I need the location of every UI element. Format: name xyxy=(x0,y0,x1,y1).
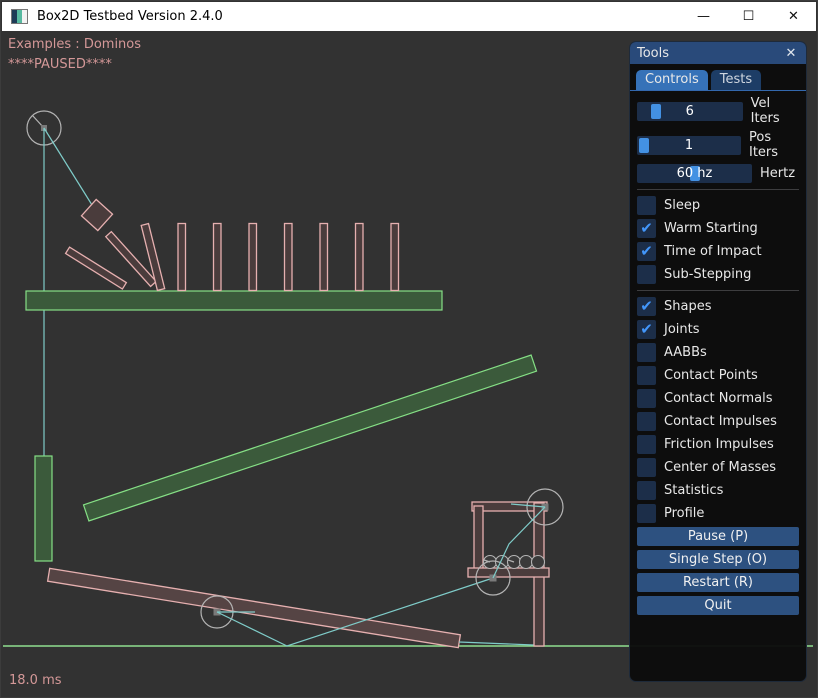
checkbox-contact-points[interactable]: ✔ Contact Points xyxy=(637,366,799,385)
domino-platform xyxy=(26,291,442,310)
green-ramp xyxy=(83,355,536,521)
checkbox-sleep[interactable]: ✔ Sleep xyxy=(637,196,799,215)
checkbox-warm-starting[interactable]: ✔ Warm Starting xyxy=(637,219,799,238)
app-icon xyxy=(11,9,28,24)
checkbox-box[interactable]: ✔ xyxy=(637,504,656,523)
checkbox-sub-stepping[interactable]: ✔ Sub-Stepping xyxy=(637,265,799,284)
check-icon: ✔ xyxy=(640,299,653,314)
slider-label: Pos Iters xyxy=(749,130,799,160)
slider-label: Vel Iters xyxy=(751,96,799,126)
checkbox-contact-normals[interactable]: ✔ Contact Normals xyxy=(637,389,799,408)
checkbox-box[interactable]: ✔ xyxy=(637,389,656,408)
checkbox-box[interactable]: ✔ xyxy=(637,196,656,215)
seesaw-plank xyxy=(48,568,461,647)
checkbox-friction-impulses[interactable]: ✔ Friction Impulses xyxy=(637,435,799,454)
panel-close-icon[interactable]: ✕ xyxy=(783,46,799,61)
tools-panel-titlebar[interactable]: Tools ✕ xyxy=(630,42,806,64)
slider-value: 1 xyxy=(637,136,741,155)
maximize-button[interactable]: ☐ xyxy=(726,2,771,31)
checkbox-box[interactable]: ✔ xyxy=(637,366,656,385)
panel-body: 6 Vel Iters 1 Pos Iters 60 hz Hertz xyxy=(630,91,806,615)
cart-balls xyxy=(484,556,545,569)
slider-row-pos-iters: 1 Pos Iters xyxy=(637,130,799,160)
example-label: Examples : Dominos xyxy=(8,37,141,52)
tab-tests[interactable]: Tests xyxy=(711,70,761,90)
hertz-slider[interactable]: 60 hz xyxy=(637,164,752,183)
checkbox-label: Contact Normals xyxy=(664,391,773,406)
checkbox-contact-impulses[interactable]: ✔ Contact Impulses xyxy=(637,412,799,431)
slider-value: 6 xyxy=(637,102,743,121)
checkbox-label: Contact Impulses xyxy=(664,414,777,429)
paused-label: ****PAUSED**** xyxy=(8,57,112,72)
check-icon: ✔ xyxy=(640,322,653,337)
checkbox-box[interactable]: ✔ xyxy=(637,412,656,431)
fallen-dominos xyxy=(66,224,165,291)
checkbox-box[interactable]: ✔ xyxy=(637,242,656,261)
check-icon: ✔ xyxy=(640,244,653,259)
separator xyxy=(637,189,799,190)
checkbox-statistics[interactable]: ✔ Statistics xyxy=(637,481,799,500)
single-step-button[interactable]: Single Step (O) xyxy=(637,550,799,569)
slider-row-vel-iters: 6 Vel Iters xyxy=(637,96,799,126)
checkbox-box[interactable]: ✔ xyxy=(637,458,656,477)
checkbox-label: Profile xyxy=(664,506,704,521)
checkbox-label: Warm Starting xyxy=(664,221,758,236)
restart-button[interactable]: Restart (R) xyxy=(637,573,799,592)
vel-iters-slider[interactable]: 6 xyxy=(637,102,743,121)
window-title: Box2D Testbed Version 2.4.0 xyxy=(37,9,681,24)
checkbox-aabbs[interactable]: ✔ AABBs xyxy=(637,343,799,362)
checkbox-profile[interactable]: ✔ Profile xyxy=(637,504,799,523)
joint-line-ground xyxy=(459,642,534,645)
tab-bar: Controls Tests xyxy=(630,64,806,91)
tab-controls[interactable]: Controls xyxy=(636,70,708,90)
checkbox-label: Statistics xyxy=(664,483,723,498)
checkbox-label: Time of Impact xyxy=(664,244,762,259)
pause-button[interactable]: Pause (P) xyxy=(637,527,799,546)
slider-label: Hertz xyxy=(760,166,795,181)
pendulum-box xyxy=(81,199,112,230)
checkbox-label: Friction Impulses xyxy=(664,437,774,452)
checkbox-box[interactable]: ✔ xyxy=(637,481,656,500)
slider-value: 60 hz xyxy=(637,164,752,183)
checkbox-label: Sub-Stepping xyxy=(664,267,751,282)
title-bar: Box2D Testbed Version 2.4.0 — ☐ ✕ xyxy=(2,2,816,31)
tools-panel: Tools ✕ Controls Tests 6 Vel Iters 1 Pos… xyxy=(629,41,807,682)
quit-button[interactable]: Quit xyxy=(637,596,799,615)
checkbox-time-of-impact[interactable]: ✔ Time of Impact xyxy=(637,242,799,261)
checkbox-box[interactable]: ✔ xyxy=(637,219,656,238)
joint-line-pendulum xyxy=(44,128,97,213)
checkbox-joints[interactable]: ✔ Joints xyxy=(637,320,799,339)
checkbox-label: Joints xyxy=(664,322,700,337)
minimize-button[interactable]: — xyxy=(681,2,726,31)
app-window: Box2D Testbed Version 2.4.0 — ☐ ✕ xyxy=(0,0,818,698)
checkbox-box[interactable]: ✔ xyxy=(637,265,656,284)
upright-dominos xyxy=(178,224,399,291)
checkbox-label: Center of Masses xyxy=(664,460,776,475)
checkbox-label: AABBs xyxy=(664,345,707,360)
pos-iters-slider[interactable]: 1 xyxy=(637,136,741,155)
checkbox-box[interactable]: ✔ xyxy=(637,343,656,362)
tools-panel-title: Tools xyxy=(637,46,783,61)
checkbox-label: Contact Points xyxy=(664,368,758,383)
green-pillar xyxy=(35,456,52,561)
checkbox-label: Shapes xyxy=(664,299,711,314)
checkbox-label: Sleep xyxy=(664,198,700,213)
check-icon: ✔ xyxy=(640,221,653,236)
slider-row-hertz: 60 hz Hertz xyxy=(637,164,799,183)
checkbox-box[interactable]: ✔ xyxy=(637,435,656,454)
close-button[interactable]: ✕ xyxy=(771,2,816,31)
checkbox-box[interactable]: ✔ xyxy=(637,297,656,316)
frame-time-label: 18.0 ms xyxy=(9,673,62,688)
separator xyxy=(637,290,799,291)
checkbox-shapes[interactable]: ✔ Shapes xyxy=(637,297,799,316)
checkbox-center-of-masses[interactable]: ✔ Center of Masses xyxy=(637,458,799,477)
checkbox-box[interactable]: ✔ xyxy=(637,320,656,339)
